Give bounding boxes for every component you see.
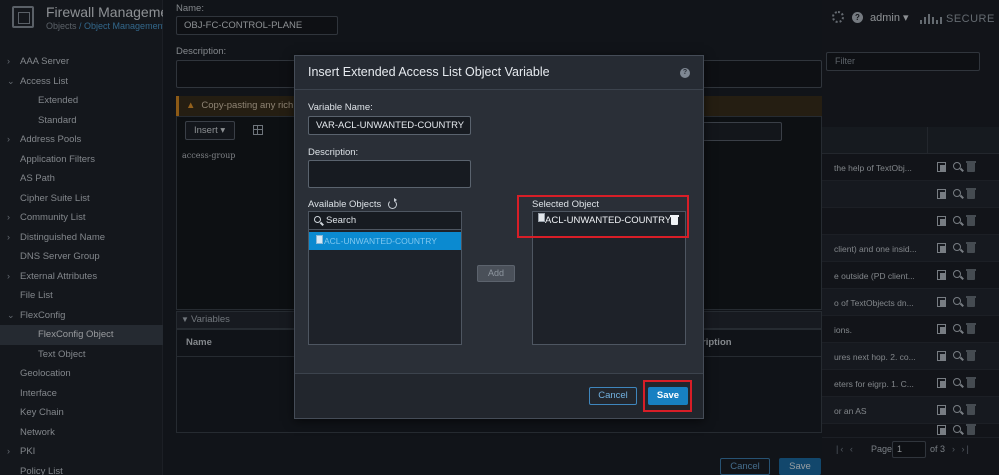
add-button[interactable]: Add — [477, 265, 515, 282]
search-icon — [314, 216, 321, 223]
help-icon[interactable]: ? — [680, 68, 690, 78]
cancel-button[interactable]: Cancel — [589, 387, 637, 405]
refresh-icon[interactable] — [388, 198, 397, 209]
search-placeholder: Search — [326, 215, 357, 226]
dialog-header: Insert Extended Access List Object Varia… — [295, 56, 703, 90]
description-input[interactable] — [308, 160, 471, 188]
list-item[interactable]: ACL-UNWANTED-COUNTRY — [309, 232, 461, 250]
insert-variable-dialog: Insert Extended Access List Object Varia… — [294, 55, 704, 419]
available-search-input[interactable]: Search — [309, 212, 461, 230]
available-objects-list: Search ACL-UNWANTED-COUNTRY — [308, 211, 462, 345]
object-icon — [316, 235, 323, 244]
variable-name-input[interactable]: VAR-ACL-UNWANTED-COUNTRY — [308, 116, 471, 135]
description-label: Description: — [308, 147, 359, 158]
variable-name-label: Variable Name: — [308, 102, 373, 113]
available-objects-label: Available Objects — [308, 199, 382, 210]
selected-object-highlight — [517, 195, 689, 238]
save-button-highlight — [643, 380, 692, 412]
dialog-title: Insert Extended Access List Object Varia… — [308, 65, 550, 79]
list-item-label: ACL-UNWANTED-COUNTRY — [324, 236, 437, 246]
dialog-footer: Cancel Save — [295, 373, 703, 418]
